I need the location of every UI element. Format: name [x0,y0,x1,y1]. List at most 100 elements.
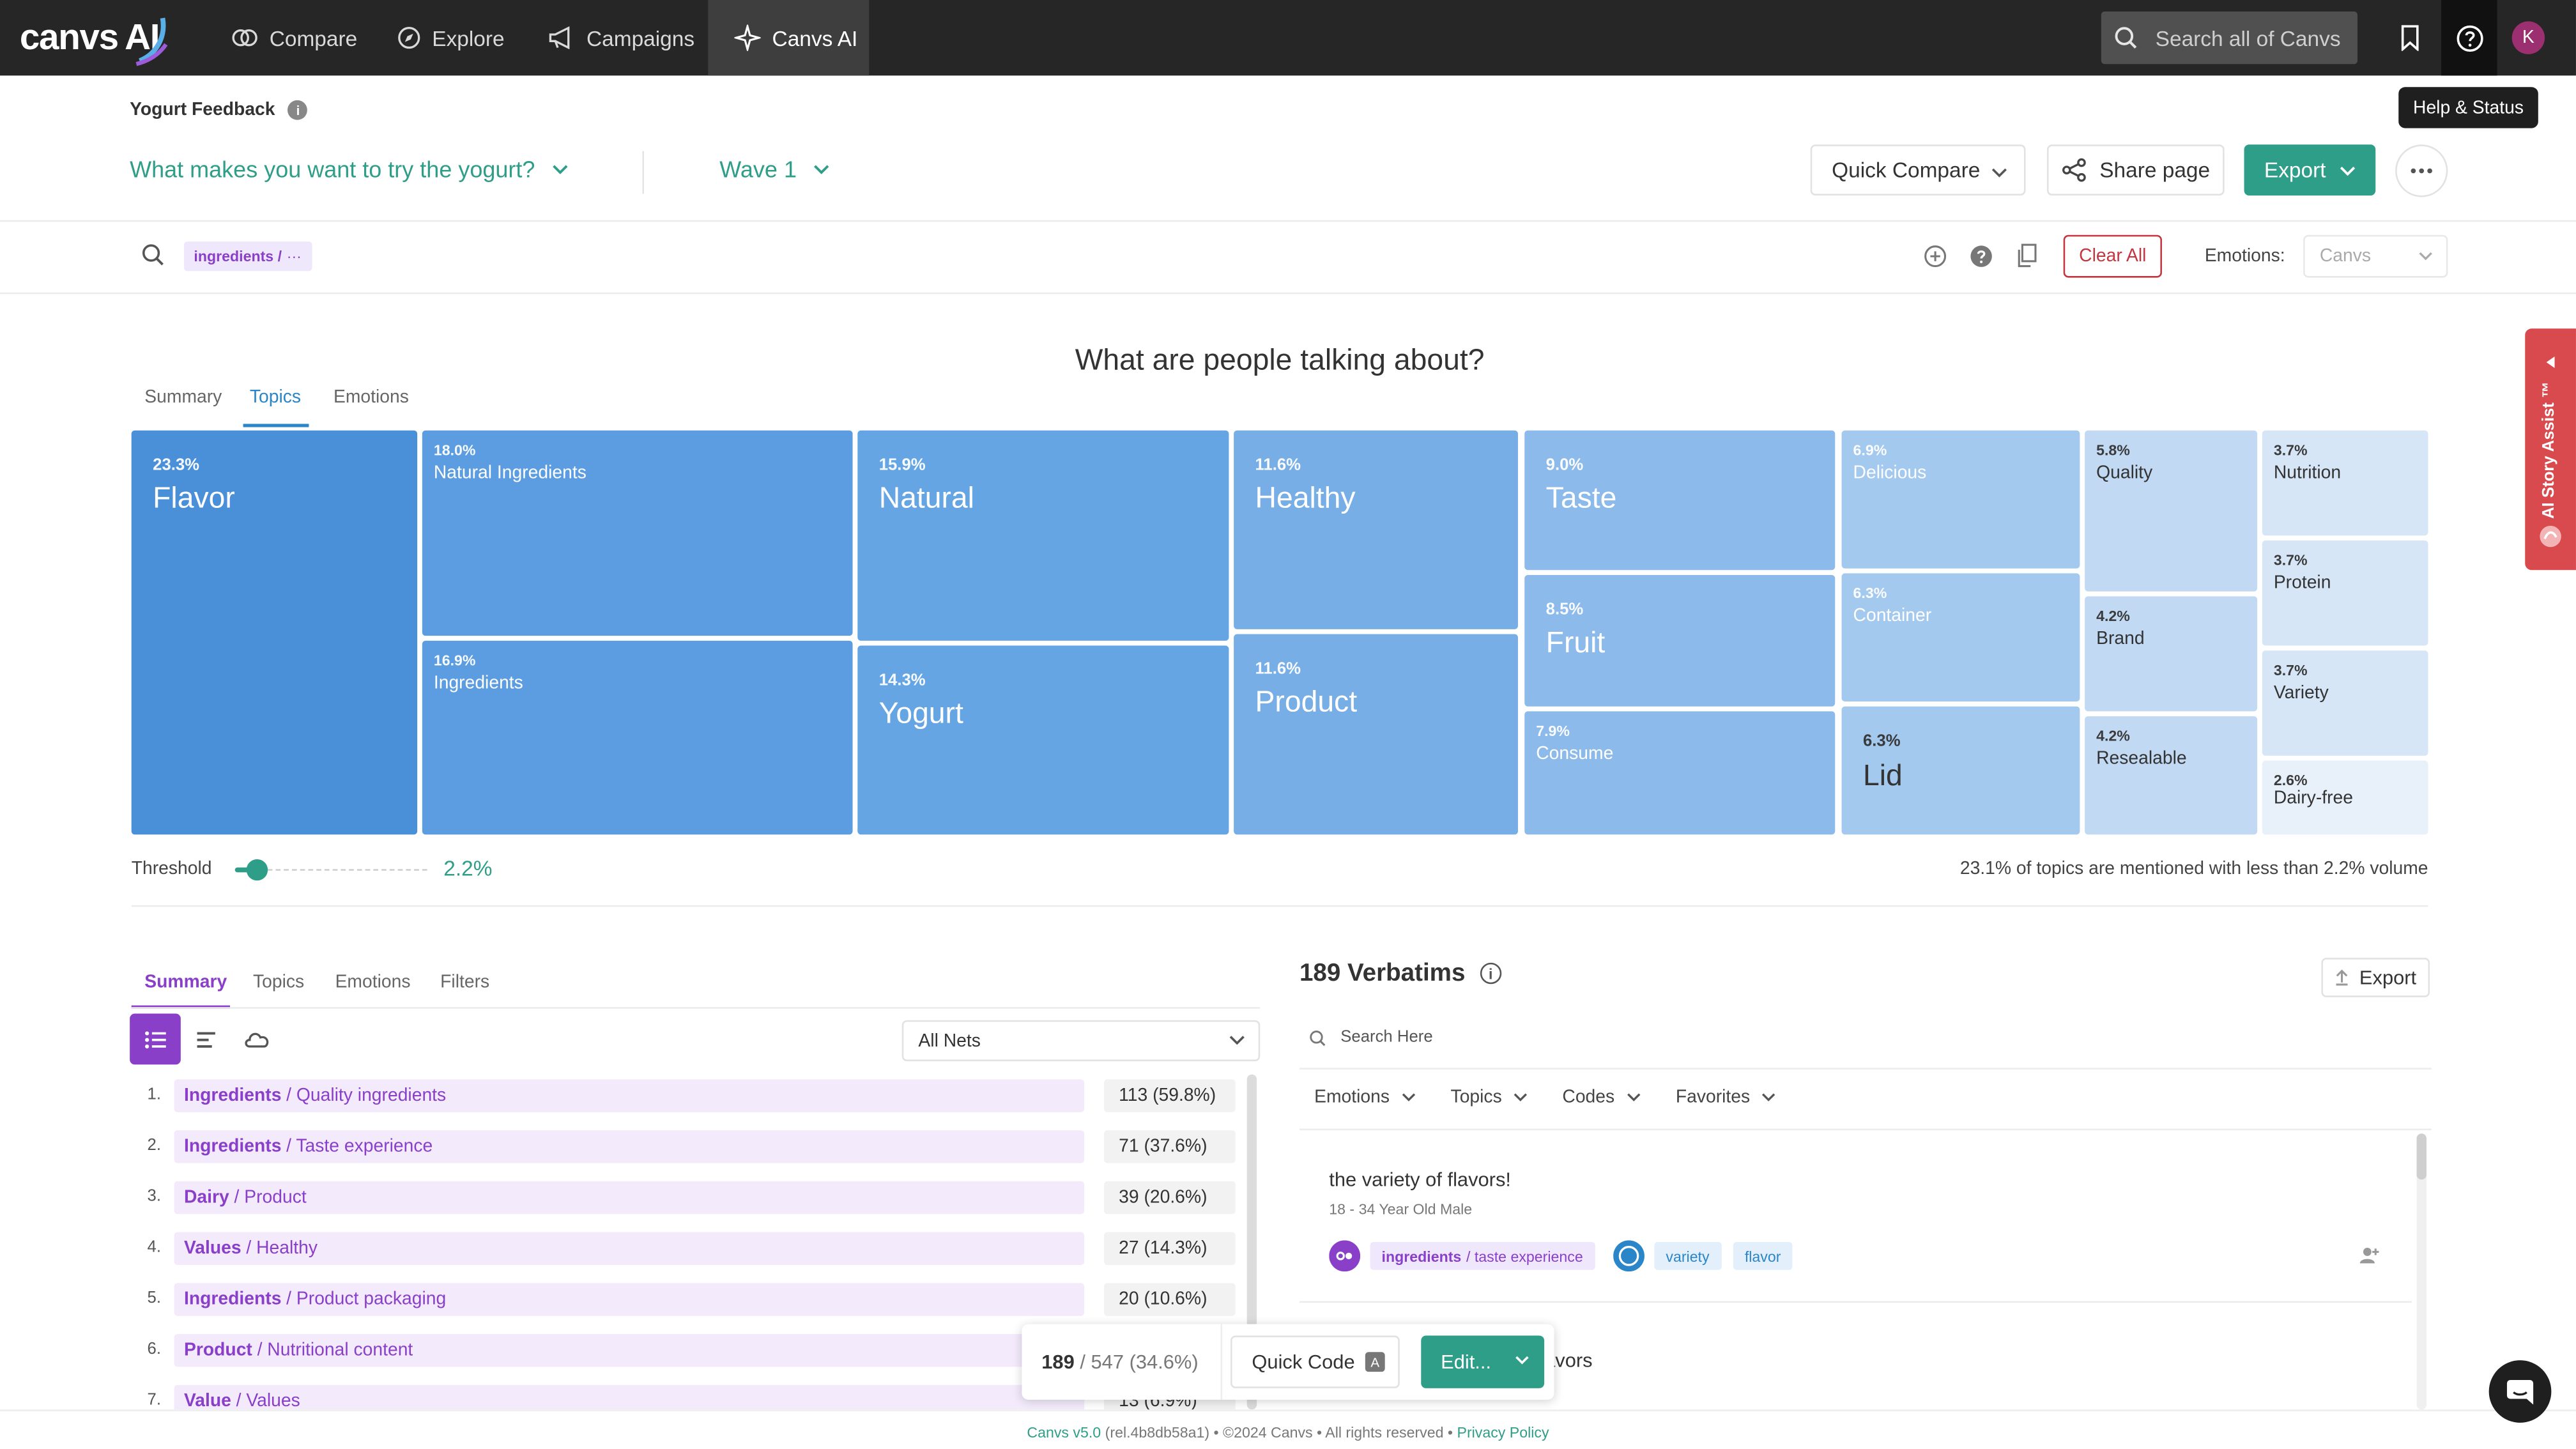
summary-row[interactable]: 2. Ingredients / Taste experience 71 (37.6%… [132,1130,1236,1163]
summary-row[interactable]: 1. Ingredients / Quality ingredients 113 (5… [132,1079,1236,1112]
summary-row-bar[interactable]: Values / Healthy [174,1232,1085,1265]
user-avatar[interactable]: K [2511,21,2545,54]
nav-explore[interactable]: Explore [397,0,505,75]
quick-code-button[interactable]: Quick Code A [1230,1335,1400,1388]
info-icon[interactable]: i [1480,962,1502,985]
privacy-policy-link[interactable]: Privacy Policy [1457,1424,1549,1441]
verbatims-filter-codes[interactable]: Codes [1562,1087,1641,1107]
info-icon[interactable]: i [288,100,308,120]
selection-float-bar: 189 / 547 (34.6%) Quick Code A Edit... [1022,1324,1554,1400]
verbatim-tag-variety[interactable]: variety [1654,1241,1721,1270]
story-assist-icon [2540,525,2561,548]
verbatim-tag-flavor[interactable]: flavor [1733,1241,1793,1270]
summary-row-bar[interactable]: Product / Nutritional content [174,1333,1085,1367]
filter-chip-ingredients[interactable]: ingredients / ··· [183,241,312,272]
treemap-tile-resealable[interactable]: 4.2% Resealable [2085,716,2258,835]
copy-filter-button[interactable] [2014,243,2039,268]
treemap-tile-label: Fruit [1545,625,1606,659]
summary-row-bar[interactable]: Ingredients / Taste experience [174,1130,1085,1163]
summary-row[interactable]: 4. Values / Healthy 27 (14.3%) [132,1232,1236,1265]
treemap-tile-brand[interactable]: 4.2% Brand [2085,596,2258,712]
filter-help-button[interactable] [1968,243,1993,268]
treemap-tile-percent: 11.6% [1255,456,1301,475]
treemap-tile-delicious[interactable]: 6.9% Delicious [1841,430,2080,569]
tab-topics[interactable]: Topics [250,388,301,408]
tab-summary[interactable]: Summary [144,388,222,408]
summary-row[interactable]: 3. Dairy / Product 39 (20.6%) [132,1181,1236,1215]
more-options-button[interactable] [2395,144,2448,197]
verbatims-filter-favorites[interactable]: Favorites [1676,1087,1776,1107]
filter-search-button[interactable] [141,243,164,275]
canvs-logo[interactable]: canvs AI [20,6,168,69]
treemap-tile-natural-ingredients[interactable]: 18.0% Natural Ingredients [422,430,853,636]
sentiment-icon [1329,1240,1361,1272]
treemap-tile-quality[interactable]: 5.8% Quality [2085,430,2258,592]
verbatims-search-input[interactable]: Search Here [1309,1029,1433,1046]
treemap-tile-taste[interactable]: 9.0% Taste [1524,430,1836,571]
question-selector[interactable]: What makes you want to try the yogurt? [130,156,568,182]
bar-view-button[interactable] [181,1014,232,1065]
chat-icon [2506,1379,2534,1405]
verbatim-tag-topic[interactable]: ingredients / taste experience [1370,1241,1595,1270]
treemap-tile-natural[interactable]: 15.9% Natural [857,430,1229,641]
treemap-tile-protein[interactable]: 3.7% Protein [2262,540,2428,646]
lower-tab-filters[interactable]: Filters [440,972,489,992]
compass-icon [398,27,420,49]
quick-compare-button[interactable]: Quick Compare [1810,144,2026,195]
summary-row-subcategory: / Quality ingredients [286,1085,447,1106]
treemap-tile-healthy[interactable]: 11.6% Healthy [1234,430,1518,629]
threshold-slider-handle[interactable] [246,859,268,881]
summary-row-count: 113 (59.8%) [1103,1079,1236,1112]
summary-row[interactable]: 5. Ingredients / Product packaging 20 (10.6… [132,1283,1236,1316]
chat-support-button[interactable] [2488,1360,2552,1423]
treemap-tile-consume[interactable]: 7.9% Consume [1524,711,1836,835]
assign-user-icon[interactable] [2359,1245,2380,1265]
footer-version[interactable]: Canvs v5.0 [1027,1424,1101,1441]
help-button[interactable] [2451,20,2488,56]
cloud-view-button[interactable] [232,1014,283,1065]
global-search-input[interactable]: Search all of Canvs [2101,11,2358,65]
verbatims-scrollbar[interactable] [2416,1133,2426,1410]
summary-row-bar[interactable]: Ingredients / Quality ingredients [174,1079,1085,1112]
treemap-tile-product[interactable]: 11.6% Product [1234,634,1518,835]
treemap-tile-percent: 9.0% [1545,456,1584,475]
nav-campaigns[interactable]: Campaigns [547,0,694,75]
treemap-tile-variety[interactable]: 3.7% Variety [2262,650,2428,756]
add-filter-button[interactable] [1922,243,1947,268]
verbatims-filter-emotions[interactable]: Emotions [1314,1087,1416,1107]
bookmark-button[interactable] [2392,20,2428,56]
treemap-tile-nutrition[interactable]: 3.7% Nutrition [2262,430,2428,536]
lower-tab-topics[interactable]: Topics [253,972,304,992]
lower-tab-summary[interactable]: Summary [144,972,227,992]
nav-canvs-ai[interactable]: Canvs AI [708,0,870,76]
share-page-button[interactable]: Share page [2046,144,2225,195]
emotions-select[interactable]: Canvs [2303,234,2448,278]
lower-tab-emotions[interactable]: Emotions [335,972,411,992]
tab-emotions[interactable]: Emotions [334,388,409,408]
list-view-button[interactable] [130,1013,181,1065]
verbatims-export-button[interactable]: Export [2321,958,2430,997]
summary-row-count: 27 (14.3%) [1103,1232,1236,1265]
summary-row-bar[interactable]: Dairy / Product [174,1181,1085,1215]
treemap-tile-lid[interactable]: 6.3% Lid [1841,706,2080,835]
summary-row-subcategory: / Taste experience [286,1137,433,1157]
treemap-tile-ingredients[interactable]: 16.9% Ingredients [422,640,853,835]
export-button[interactable]: Export [2244,144,2376,195]
nav-compare[interactable]: Compare [232,0,357,75]
wave-selector[interactable]: Wave 1 [719,156,829,182]
treemap-tile-label: Healthy [1255,481,1356,514]
treemap-tile-label: Protein [2273,573,2331,594]
treemap-tile-flavor[interactable]: 23.3% Flavor [131,430,418,835]
edit-button[interactable]: Edit... [1421,1335,1545,1388]
treemap-tile-yogurt[interactable]: 14.3% Yogurt [857,645,1229,835]
treemap-tile-dairy-free[interactable]: 2.6% Dairy-free [2262,760,2428,835]
clear-all-button[interactable]: Clear All [2063,234,2162,278]
treemap-tile-fruit[interactable]: 8.5% Fruit [1524,574,1836,707]
threshold-value: 2.2% [443,855,493,881]
verbatims-filter-topics[interactable]: Topics [1451,1087,1528,1107]
nets-select[interactable]: All Nets [901,1020,1261,1062]
summary-row-bar[interactable]: Ingredients / Product packaging [174,1283,1085,1316]
treemap-tile-container[interactable]: 6.3% Container [1841,573,2080,702]
nav-explore-label: Explore [432,25,505,50]
treemap-tile-percent: 3.7% [2273,551,2308,569]
